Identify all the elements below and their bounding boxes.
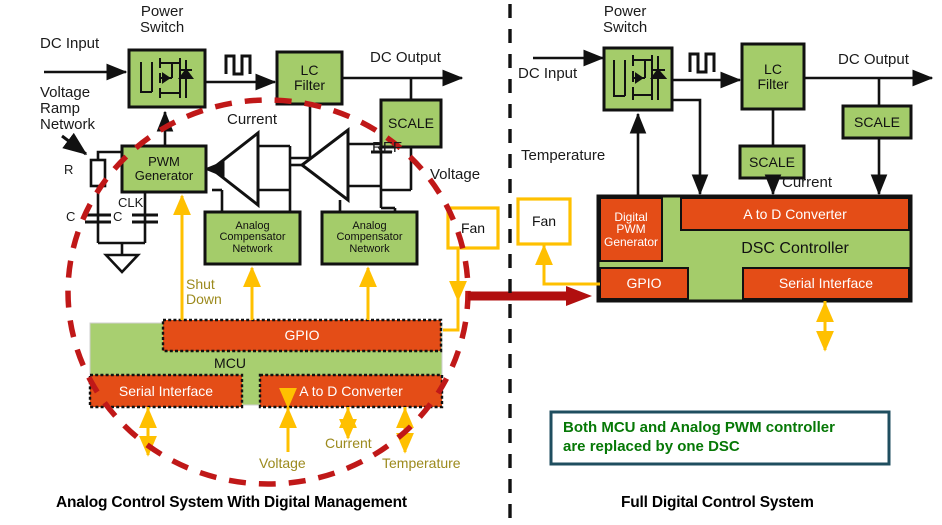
- right-switch-feedback-wire: [672, 98, 709, 196]
- right-current-label: Current: [782, 174, 833, 191]
- left-temperature-bottom-label: Temperature: [382, 455, 461, 471]
- left-lc-filter-block: [275, 50, 344, 106]
- left-clk-label: CLK: [118, 195, 144, 210]
- left-voltage-label: Voltage: [430, 166, 481, 183]
- transition-arrow: [468, 286, 592, 306]
- dsc-serial-interface-block: [742, 267, 910, 300]
- mcu-gpio-block: [161, 318, 443, 353]
- right-fan-wire: [542, 244, 600, 286]
- left-current-label: Current: [227, 111, 278, 128]
- left-ramp-arrow: [61, 132, 88, 156]
- left-voltage-bottom-label: Voltage: [259, 455, 306, 471]
- left-dc-output-label: DC Output: [370, 49, 441, 66]
- left-current-amplifier: [203, 129, 290, 209]
- dsc-digital-pwm-block: [599, 197, 663, 262]
- right-dc-output-label: DC Output: [838, 51, 909, 68]
- left-panel-caption: Analog Control System With Digital Manag…: [56, 494, 407, 511]
- left-shut-down-label: Shut Down: [186, 276, 222, 308]
- left-r-label: R: [64, 162, 74, 177]
- right-fan-block: [516, 197, 572, 246]
- note-text: Both MCU and Analog PWM controller are r…: [563, 419, 835, 455]
- left-c1-label: C: [66, 209, 76, 224]
- right-dc-input-label: DC Input: [518, 65, 578, 82]
- left-current-bottom-label: Current: [325, 435, 372, 451]
- left-pwm-generator-block: [120, 144, 208, 194]
- right-square-wave-icon: [688, 52, 716, 74]
- left-dc-input-label: DC Input: [40, 35, 100, 52]
- left-power-switch-label: Power Switch: [140, 3, 185, 37]
- left-analog-comp-1-block: [203, 210, 302, 266]
- diagram-canvas: DC Input Power Switch DC Output Voltage …: [0, 0, 942, 525]
- mcu-serial-interface-block: [88, 373, 244, 409]
- left-analog-comp-2-block: [320, 210, 419, 266]
- left-fan-block: [446, 206, 500, 250]
- left-voltage-ramp-network-label: Voltage Ramp Network: [40, 84, 96, 134]
- dsc-a-to-d-block: [680, 197, 910, 231]
- right-panel-caption: Full Digital Control System: [621, 494, 814, 511]
- right-lc-filter-block: [740, 42, 806, 111]
- right-power-switch-label: Power Switch: [603, 3, 648, 37]
- left-square-wave-icon: [224, 54, 252, 76]
- right-temperature-label: Temperature: [521, 147, 606, 164]
- left-ref-label: REF: [372, 139, 402, 156]
- left-c2-label: C: [113, 209, 123, 224]
- dsc-gpio-block: [599, 267, 689, 300]
- right-scale-out-block: [841, 104, 913, 140]
- left-fan-wire: [443, 248, 460, 332]
- mcu-a-to-d-block: [258, 373, 444, 409]
